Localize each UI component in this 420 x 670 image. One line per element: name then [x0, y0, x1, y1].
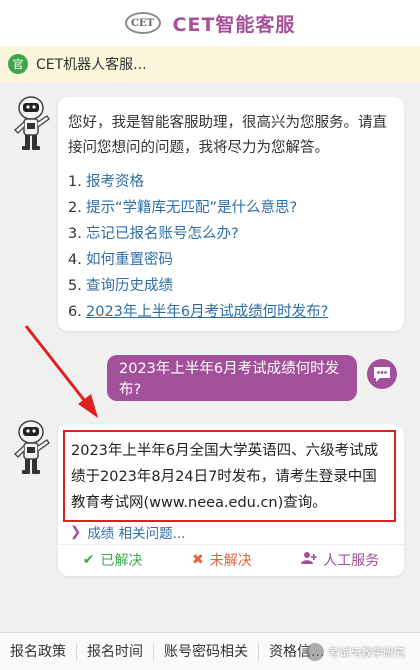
official-account-notice[interactable]: 官 CET机器人客服...	[0, 46, 420, 82]
nav-item-account-password[interactable]: 账号密码相关	[154, 642, 259, 661]
user-chat-avatar-icon	[367, 359, 397, 389]
faq-number: 2.	[68, 200, 82, 216]
close-icon: ✖	[191, 551, 204, 568]
faq-item[interactable]: 2. 提示“学籍库无匹配”是什么意思?	[68, 195, 394, 221]
notice-text: CET机器人客服...	[36, 57, 147, 73]
faq-link[interactable]: 2023年上半年6月考试成绩何时发布?	[86, 299, 328, 325]
watermark-text: 考试与教学研究	[328, 646, 405, 659]
human-service-button[interactable]: 人工服务	[301, 550, 379, 570]
page-title: CET智能客服	[172, 13, 296, 36]
faq-link[interactable]: 报考资格	[86, 169, 144, 195]
checkmark-icon: ✔	[82, 551, 95, 568]
watermark-logo-icon	[306, 643, 324, 661]
faq-list: 1. 报考资格 2. 提示“学籍库无匹配”是什么意思? 3. 忘记已报名账号怎么办? …	[68, 169, 394, 325]
faq-item[interactable]: 4. 如何重置密码	[68, 247, 394, 273]
chevron-right-icon: ❯	[70, 524, 82, 540]
watermark: 考试与教学研究	[306, 640, 416, 664]
bot-answer-message: 2023年上半年6月全国大学英语四、六级考试成绩于2023年8月24日7时发布，…	[58, 424, 404, 576]
add-user-icon	[301, 551, 318, 569]
cet-logo: CET	[124, 12, 161, 34]
faq-item[interactable]: 3. 忘记已报名账号怎么办?	[68, 221, 394, 247]
faq-item[interactable]: 1. 报考资格	[68, 169, 394, 195]
faq-number: 1.	[68, 174, 82, 190]
faq-link[interactable]: 提示“学籍库无匹配”是什么意思?	[86, 195, 297, 221]
nav-item-registration-policy[interactable]: 报名政策	[0, 642, 77, 661]
faq-link[interactable]: 查询历史成绩	[86, 273, 173, 299]
header-bar: CET CET智能客服	[0, 0, 420, 46]
user-message-bubble: 2023年上半年6月考试成绩何时发布?	[107, 355, 357, 401]
robot-avatar-icon	[10, 94, 52, 152]
robot-avatar-icon	[10, 418, 52, 476]
faq-item[interactable]: 5. 查询历史成绩	[68, 273, 394, 299]
related-questions-link[interactable]: ❯ 成绩 相关问题...	[70, 522, 185, 542]
answer-text-highlighted: 2023年上半年6月全国大学英语四、六级考试成绩于2023年8月24日7时发布，…	[63, 430, 396, 522]
solved-button[interactable]: ✔ 已解决	[83, 550, 143, 570]
faq-number: 3.	[68, 226, 82, 242]
faq-number: 6.	[68, 304, 82, 320]
faq-link[interactable]: 忘记已报名账号怎么办?	[86, 221, 239, 247]
related-questions-label: 成绩 相关问题...	[87, 526, 186, 542]
faq-item[interactable]: 6. 2023年上半年6月考试成绩何时发布?	[68, 299, 394, 325]
faq-number: 4.	[68, 252, 82, 268]
faq-number: 5.	[68, 278, 82, 294]
feedback-bar: ✔ 已解决 ✖ 未解决 人工服务	[58, 544, 404, 574]
welcome-text: 您好，我是智能客服助理，很高兴为您服务。请直接问您想问的问题，我将尽力为您解答。	[68, 115, 387, 156]
unsolved-label: 未解决	[209, 552, 252, 569]
human-service-label: 人工服务	[323, 552, 380, 569]
solved-label: 已解决	[100, 552, 143, 569]
nav-item-registration-time[interactable]: 报名时间	[77, 642, 154, 661]
unsolved-button[interactable]: ✖ 未解决	[192, 550, 252, 570]
bot-welcome-message: 您好，我是智能客服助理，很高兴为您服务。请直接问您想问的问题，我将尽力为您解答。…	[58, 97, 404, 331]
faq-link[interactable]: 如何重置密码	[86, 247, 173, 273]
official-badge-icon: 官	[8, 54, 28, 74]
